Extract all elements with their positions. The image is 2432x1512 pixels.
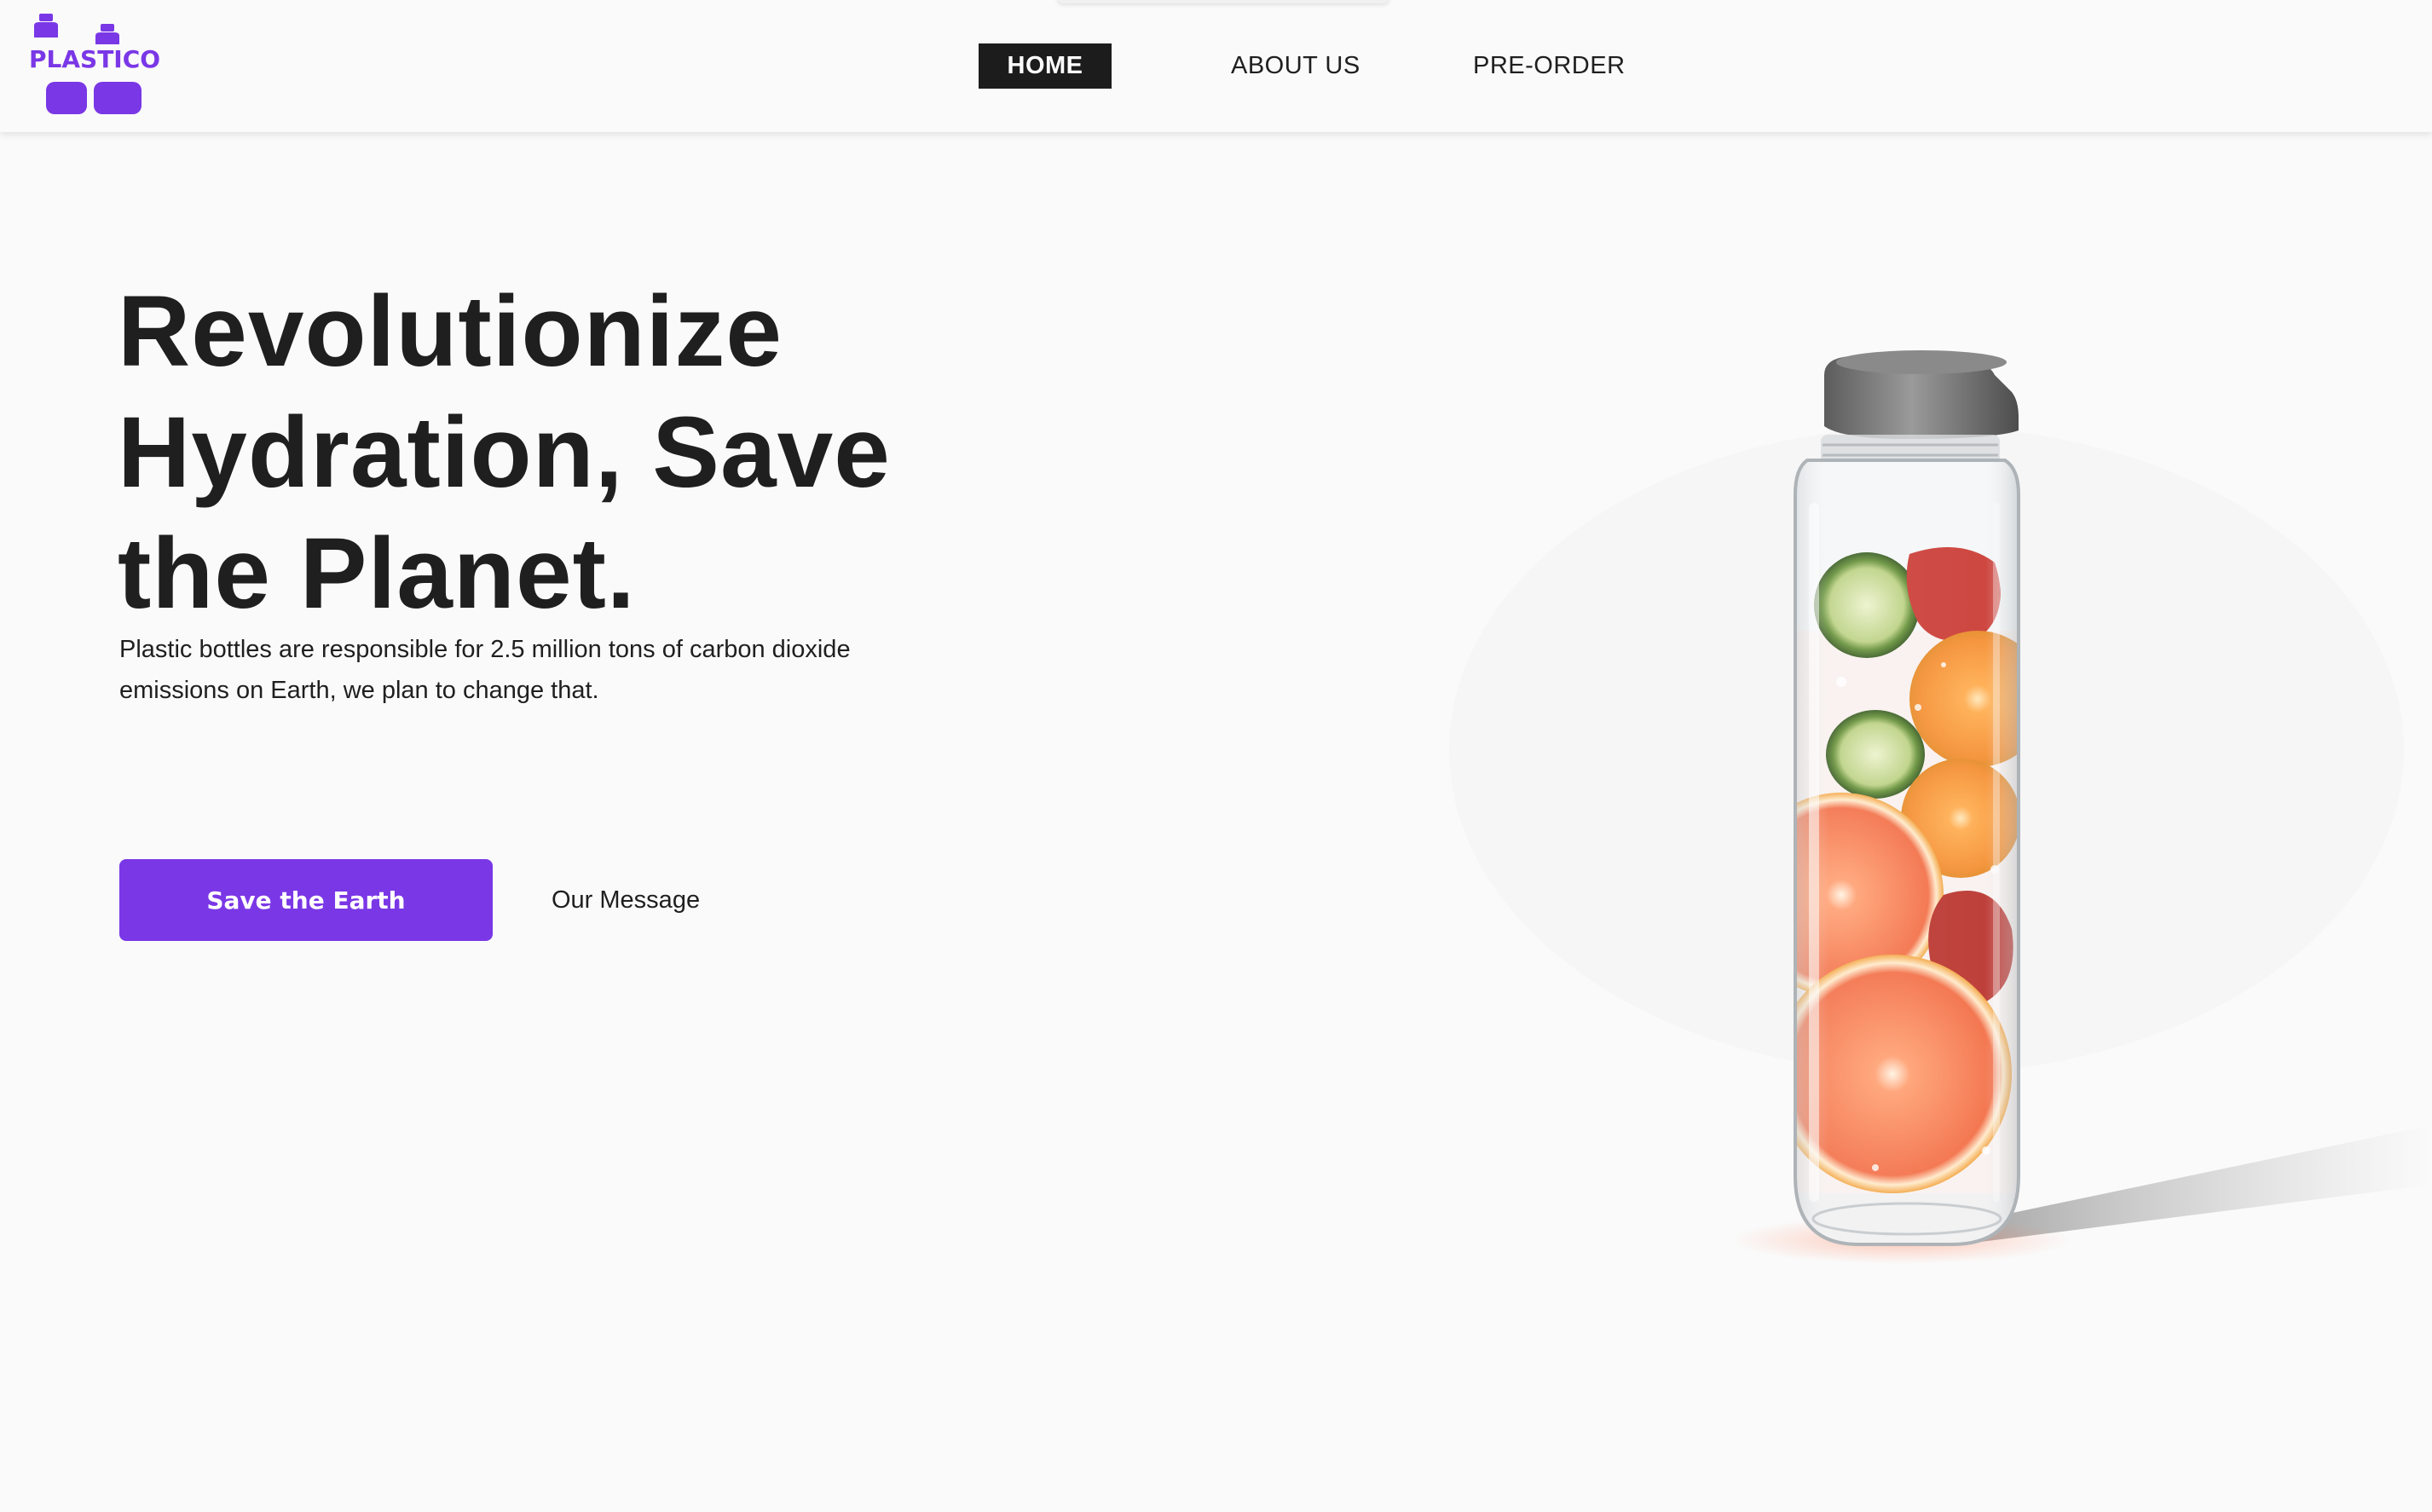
product-image	[1398, 281, 2432, 1347]
site-header: PLASTICO HOME ABOUT US PRE-ORDER	[0, 0, 2432, 132]
hero-subtitle: Plastic bottles are responsible for 2.5 …	[119, 629, 912, 711]
hero-title-line: Hydration, Save	[118, 396, 891, 509]
main-nav: HOME ABOUT US PRE-ORDER	[0, 0, 2432, 132]
hero-title-line: the Planet.	[118, 517, 636, 630]
hero-title: Revolutionize Hydration, Save the Planet…	[118, 271, 970, 634]
save-the-earth-button[interactable]: Save the Earth	[119, 859, 493, 941]
hero-subtitle-line: Plastic bottles are responsible for 2.5 …	[119, 636, 851, 663]
nav-about-us[interactable]: ABOUT US	[1231, 43, 1360, 89]
fruit-infused-water-bottle-icon	[1449, 350, 2432, 1264]
our-message-link[interactable]: Our Message	[552, 883, 700, 917]
nav-home[interactable]: HOME	[979, 43, 1112, 89]
hero-title-line: Revolutionize	[118, 275, 783, 388]
landing-page: PLASTICO HOME ABOUT US PRE-ORDER Revolut…	[0, 0, 2432, 1512]
nav-pre-order[interactable]: PRE-ORDER	[1473, 43, 1626, 89]
hero-subtitle-line: emissions on Earth, we plan to change th…	[119, 677, 599, 704]
